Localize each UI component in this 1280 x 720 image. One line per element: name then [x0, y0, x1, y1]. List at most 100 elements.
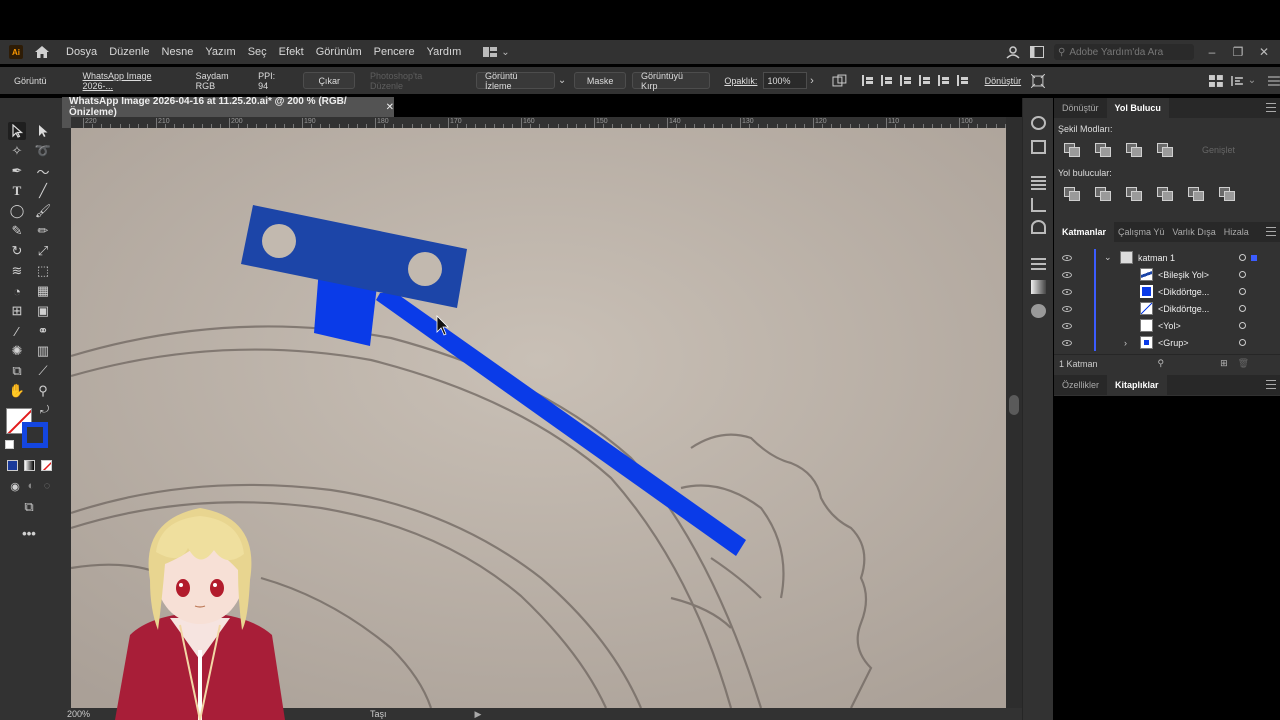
scroll-thumb[interactable] — [1009, 395, 1019, 415]
help-search-field[interactable]: ⚲ Adobe Yardım'da Ara — [1054, 44, 1194, 60]
delete-layer-icon[interactable]: 🗑 — [1238, 358, 1249, 369]
draw-inside-icon[interactable]: ◌ — [38, 477, 56, 495]
color-guide-icon[interactable] — [1031, 140, 1046, 154]
gradient-tool-icon[interactable]: ▣ — [34, 302, 52, 320]
document-tab[interactable]: WhatsApp Image 2026-04-16 at 11.25.20.ai… — [62, 96, 394, 118]
gradient-mode-icon[interactable] — [24, 460, 35, 471]
align-hcenter-icon[interactable] — [880, 75, 893, 86]
item-name[interactable]: <Yol> — [1158, 321, 1181, 331]
status-current-tool[interactable]: Taşı — [370, 709, 387, 719]
panel-toggle-icon[interactable] — [1030, 46, 1044, 58]
panel-menu-icon[interactable] — [1266, 380, 1276, 389]
home-icon[interactable] — [34, 45, 50, 59]
minus-back-icon[interactable] — [1219, 187, 1235, 201]
pen-tool-icon[interactable]: ✒ — [8, 162, 26, 180]
shaper-tool-icon[interactable]: ✎ — [8, 222, 26, 240]
stroke-swatch[interactable] — [22, 422, 48, 448]
expand-arrow-icon[interactable]: › — [1124, 338, 1127, 348]
crop-image-button[interactable]: Görüntüyü Kırp — [631, 71, 711, 91]
expand-button[interactable]: Genişlet — [1202, 145, 1235, 155]
more-tools-icon[interactable]: ••• — [20, 524, 38, 542]
tab-artboards[interactable]: Çalışma Yü — [1114, 222, 1168, 242]
target-circle-icon[interactable] — [1239, 339, 1246, 346]
rotate-tool-icon[interactable]: ↻ — [8, 242, 26, 260]
close-tab-icon[interactable]: ✕ — [386, 102, 394, 113]
menu-effect[interactable]: Efekt — [279, 46, 304, 58]
artboard-tool-icon[interactable]: ⧉ — [8, 362, 26, 380]
swap-colors-icon[interactable]: ⤾ — [40, 404, 49, 417]
target-circle-icon[interactable] — [1239, 322, 1246, 329]
ellipse-tool-icon[interactable]: ◯ — [8, 202, 26, 220]
shape-builder-tool-icon[interactable]: ◔ — [8, 282, 26, 300]
slice-tool-icon[interactable]: ⟋ — [34, 362, 52, 380]
line-tool-icon[interactable]: ╱ — [34, 182, 52, 200]
linked-file-link[interactable]: WhatsApp Image 2026-... — [83, 71, 184, 91]
unite-icon[interactable] — [1064, 143, 1080, 157]
item-name[interactable]: <Bileşik Yol> — [1158, 270, 1209, 280]
account-icon[interactable] — [1006, 45, 1020, 59]
scale-tool-icon[interactable]: ⤢ — [34, 242, 52, 260]
recolor-icon[interactable] — [832, 74, 848, 88]
eyedropper-tool-icon[interactable]: ⁄ — [8, 322, 26, 340]
collapse-arrow-icon[interactable]: ⌄ — [1104, 252, 1112, 263]
image-trace-button[interactable]: Görüntü İzleme — [475, 71, 555, 91]
chevron-right-icon[interactable]: › — [810, 75, 814, 87]
none-mode-icon[interactable] — [41, 460, 52, 471]
close-window-button[interactable]: ✕ — [1256, 45, 1272, 59]
menu-file[interactable]: Dosya — [66, 46, 97, 58]
default-colors-icon[interactable] — [5, 440, 14, 449]
blend-tool-icon[interactable]: ⚭ — [34, 322, 52, 340]
menu-edit[interactable]: Düzenle — [109, 46, 149, 58]
crop-icon[interactable] — [1157, 187, 1173, 201]
tab-transform[interactable]: Dönüştür — [1054, 98, 1107, 118]
mesh-tool-icon[interactable]: ⊞ — [8, 302, 26, 320]
visibility-eye-icon[interactable] — [1062, 305, 1072, 312]
zoom-level[interactable]: 200% — [67, 709, 90, 719]
perspective-grid-tool-icon[interactable]: ▦ — [34, 282, 52, 300]
chevron-down-icon[interactable]: ⌄ — [1248, 75, 1256, 86]
outline-icon[interactable] — [1188, 187, 1204, 201]
intersect-icon[interactable] — [1126, 143, 1142, 157]
target-circle-icon[interactable] — [1239, 305, 1246, 312]
isolate-icon[interactable] — [1031, 73, 1045, 88]
align-left-icon[interactable] — [861, 75, 874, 86]
curvature-tool-icon[interactable]: 〜 — [34, 162, 52, 180]
panel-menu-icon[interactable] — [1266, 227, 1276, 236]
menu-help[interactable]: Yardım — [427, 46, 462, 58]
visibility-eye-icon[interactable] — [1062, 339, 1072, 346]
mask-button[interactable]: Maske — [574, 72, 626, 89]
sublayer-row[interactable]: <Yol> — [1054, 317, 1280, 334]
panel-menu-icon[interactable] — [1266, 103, 1276, 112]
opacity-input[interactable]: 100% — [763, 72, 808, 89]
direct-selection-tool-icon[interactable] — [34, 122, 52, 140]
gradient-panel-icon[interactable] — [1031, 280, 1046, 294]
exclude-icon[interactable] — [1157, 143, 1173, 157]
lasso-tool-icon[interactable]: ➰ — [34, 142, 52, 160]
edit-in-photoshop-button[interactable]: Photoshop'ta Düzenle — [361, 71, 466, 91]
selection-tool-icon[interactable] — [8, 122, 26, 140]
chevron-down-icon[interactable]: ⌄ — [558, 75, 566, 86]
visibility-eye-icon[interactable] — [1062, 322, 1072, 329]
align-vcenter-icon[interactable] — [937, 75, 950, 86]
tab-layers[interactable]: Katmanlar — [1054, 222, 1115, 242]
menu-view[interactable]: Görünüm — [316, 46, 362, 58]
sublayer-row[interactable]: <Dikdörtge... — [1054, 283, 1280, 300]
warp-tool-icon[interactable]: ≋ — [8, 262, 26, 280]
visibility-eye-icon[interactable] — [1062, 271, 1072, 278]
magic-wand-tool-icon[interactable]: ✧ — [8, 142, 26, 160]
target-circle-icon[interactable] — [1239, 271, 1246, 278]
graphic-styles-icon[interactable] — [1231, 75, 1245, 87]
screen-mode-icon[interactable]: ⧉ — [20, 498, 38, 516]
visibility-eye-icon[interactable] — [1062, 254, 1072, 261]
layer-row[interactable]: ⌄ katman 1 — [1054, 249, 1280, 266]
merge-icon[interactable] — [1126, 187, 1142, 201]
zoom-tool-icon[interactable]: ⚲ — [34, 382, 52, 400]
status-next-arrow[interactable]: ▶ — [475, 709, 482, 720]
pencil-tool-icon[interactable]: ✏ — [34, 222, 52, 240]
menu-type[interactable]: Yazım — [205, 46, 235, 58]
menu-icon[interactable] — [1268, 76, 1280, 86]
transparency-panel-icon[interactable] — [1031, 304, 1046, 318]
free-transform-tool-icon[interactable]: ⬚ — [34, 262, 52, 280]
item-name[interactable]: <Dikdörtge... — [1158, 287, 1209, 297]
workspace-switcher[interactable]: ⌄ — [483, 47, 510, 58]
